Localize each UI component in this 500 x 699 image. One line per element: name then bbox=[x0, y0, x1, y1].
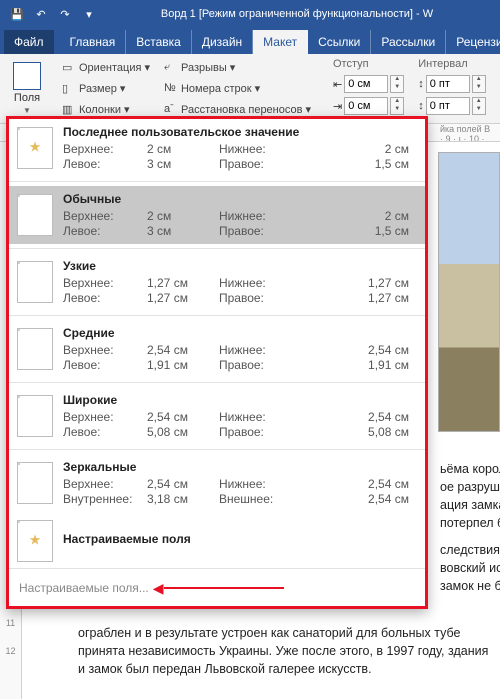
margins-preset-icon bbox=[17, 462, 53, 504]
spacing-after-stepper[interactable]: ▲▼ bbox=[472, 97, 486, 115]
breaks-icon: ⤶ bbox=[164, 61, 178, 75]
interval-label: Интервал bbox=[418, 58, 486, 70]
annotation-arrow: ◀ bbox=[159, 577, 284, 598]
margins-preset-icon bbox=[17, 127, 53, 169]
tab-design[interactable]: Дизайн bbox=[192, 30, 253, 54]
margins-menu-item[interactable]: УзкиеВерхнее:1,27 смНижнее:1,27 смЛевое:… bbox=[9, 253, 425, 311]
line-numbers-icon: № bbox=[164, 82, 178, 96]
size-button[interactable]: ▯Размер▾ bbox=[62, 79, 150, 98]
margins-preset-title: Обычные bbox=[63, 192, 417, 206]
margins-menu-item[interactable]: ЗеркальныеВерхнее:2,54 смНижнее:2,54 смВ… bbox=[9, 454, 425, 512]
indent-left-spinner[interactable]: ⇤ ▲▼ bbox=[333, 74, 404, 94]
spacing-before-icon: ↕ bbox=[418, 78, 424, 90]
indent-left-stepper[interactable]: ▲▼ bbox=[390, 75, 404, 93]
tab-file[interactable]: Файл bbox=[4, 30, 54, 54]
indent-right-input[interactable] bbox=[344, 97, 388, 115]
orientation-icon: ▭ bbox=[62, 61, 76, 75]
ribbon-tabs: Файл Главная Вставка Дизайн Макет Ссылки… bbox=[0, 28, 500, 54]
margins-preset-title: Последнее пользовательское значение bbox=[63, 125, 417, 139]
tab-layout[interactable]: Макет bbox=[253, 30, 308, 54]
tab-references[interactable]: Ссылки bbox=[308, 30, 371, 54]
margins-preset-icon bbox=[17, 194, 53, 236]
margins-button[interactable]: Поля ▼ bbox=[6, 58, 48, 118]
spacing-after-spinner[interactable]: ↕ ▲▼ bbox=[418, 96, 486, 116]
ribbon: Поля ▼ ▭Ориентация▾ ▯Размер▾ ▥Колонки▾ ⤶… bbox=[0, 54, 500, 124]
orientation-button[interactable]: ▭Ориентация▾ bbox=[62, 58, 150, 77]
margins-menu-custom-item[interactable]: Настраиваемые поля bbox=[9, 512, 425, 568]
indent-left-input[interactable] bbox=[344, 75, 388, 93]
margins-custom-title: Настраиваемые поля bbox=[63, 532, 417, 546]
tab-insert[interactable]: Вставка bbox=[126, 30, 192, 54]
tab-mailings[interactable]: Рассылки bbox=[371, 30, 446, 54]
spacing-after-input[interactable] bbox=[426, 97, 470, 115]
indent-left-icon: ⇤ bbox=[333, 78, 342, 91]
margins-icon bbox=[13, 62, 41, 90]
spacing-after-icon: ↕ bbox=[418, 100, 424, 112]
qat-customize-button[interactable]: ▾ bbox=[78, 3, 100, 25]
size-icon: ▯ bbox=[62, 82, 76, 96]
chevron-down-icon: ▼ bbox=[23, 106, 31, 115]
titlebar: 💾 ↶ ↷ ▾ Ворд 1 [Режим ограниченной функц… bbox=[0, 0, 500, 28]
margins-preset-title: Узкие bbox=[63, 259, 417, 273]
margins-preset-title: Средние bbox=[63, 326, 417, 340]
spacing-before-spinner[interactable]: ↕ ▲▼ bbox=[418, 74, 486, 94]
document-image bbox=[438, 152, 500, 432]
columns-icon: ▥ bbox=[62, 103, 76, 117]
redo-button[interactable]: ↷ bbox=[54, 3, 76, 25]
margins-preset-title: Зеркальные bbox=[63, 460, 417, 474]
indent-right-spinner[interactable]: ⇥ ▲▼ bbox=[333, 96, 404, 116]
quick-access-toolbar: 💾 ↶ ↷ ▾ bbox=[6, 3, 100, 25]
margins-custom-footer[interactable]: Настраиваемые поля... ◀ bbox=[9, 568, 425, 606]
document-body-text: ограблен и в результате устроен как сана… bbox=[78, 624, 500, 678]
margins-preset-icon bbox=[17, 261, 53, 303]
margins-label: Поля bbox=[14, 92, 40, 104]
save-button[interactable]: 💾 bbox=[6, 3, 28, 25]
hyphenation-icon: aˉ bbox=[164, 103, 178, 117]
margins-menu-item[interactable]: СредниеВерхнее:2,54 смНижнее:2,54 смЛево… bbox=[9, 320, 425, 378]
margins-dropdown: Последнее пользовательское значениеВерхн… bbox=[6, 116, 428, 609]
spacing-before-stepper[interactable]: ▲▼ bbox=[472, 75, 486, 93]
margins-custom-icon bbox=[17, 520, 53, 562]
margins-preset-icon bbox=[17, 328, 53, 370]
line-numbers-button[interactable]: №Номера строк▾ bbox=[164, 79, 311, 98]
margins-menu-item[interactable]: ШирокиеВерхнее:2,54 смНижнее:2,54 смЛево… bbox=[9, 387, 425, 445]
indent-right-stepper[interactable]: ▲▼ bbox=[390, 97, 404, 115]
window-title: Ворд 1 [Режим ограниченной функционально… bbox=[100, 8, 494, 20]
ruler-side-text: йка полей В bbox=[440, 124, 490, 134]
tab-home[interactable]: Главная bbox=[60, 30, 127, 54]
margins-menu-item[interactable]: Последнее пользовательское значениеВерхн… bbox=[9, 119, 425, 177]
tab-review[interactable]: Рецензи bbox=[446, 30, 500, 54]
margins-preset-icon bbox=[17, 395, 53, 437]
indent-right-icon: ⇥ bbox=[333, 100, 342, 113]
indent-label: Отступ bbox=[333, 58, 404, 70]
document-text-right: ьёма короля ое разрушен ация замка, поте… bbox=[440, 460, 500, 595]
margins-preset-title: Широкие bbox=[63, 393, 417, 407]
margins-menu-item[interactable]: ОбычныеВерхнее:2 смНижнее:2 смЛевое:3 см… bbox=[9, 186, 425, 244]
undo-button[interactable]: ↶ bbox=[30, 3, 52, 25]
breaks-button[interactable]: ⤶Разрывы▾ bbox=[164, 58, 311, 77]
spacing-before-input[interactable] bbox=[426, 75, 470, 93]
